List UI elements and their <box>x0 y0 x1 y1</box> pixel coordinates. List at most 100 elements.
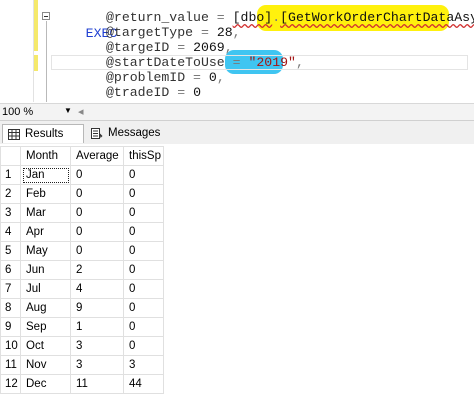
param-separator: , <box>295 55 304 70</box>
tab-messages-label: Messages <box>108 127 161 139</box>
table-row[interactable]: 3 Mar 0 0 <box>0 203 164 223</box>
row-number[interactable]: 5 <box>0 241 21 261</box>
cell-average[interactable]: 0 <box>70 222 124 242</box>
procedure-name: [GetWorkOrderChartDataAsync] <box>280 10 474 25</box>
cell-month[interactable]: Jul <box>20 279 71 299</box>
cell-month[interactable]: Jun <box>20 260 71 280</box>
table-row[interactable]: 12 Dec 11 44 <box>0 374 164 394</box>
cell-average[interactable]: 4 <box>70 279 124 299</box>
cell-thissp[interactable]: 3 <box>123 355 164 375</box>
scroll-left-icon[interactable]: ◂ <box>78 105 84 118</box>
cell-month[interactable]: Feb <box>20 184 71 204</box>
table-row[interactable]: 8 Aug 9 0 <box>0 298 164 318</box>
cell-month[interactable]: Sep <box>20 317 71 337</box>
param-name: @targeID <box>106 40 170 55</box>
cell-thissp[interactable]: 44 <box>123 374 164 394</box>
cell-month[interactable]: Mar <box>20 203 71 223</box>
tab-messages[interactable]: Messages <box>86 124 166 143</box>
cell-thissp[interactable]: 0 <box>123 184 164 204</box>
row-number[interactable]: 6 <box>0 260 21 280</box>
table-row[interactable]: 4 Apr 0 0 <box>0 222 164 242</box>
cell-average[interactable]: 2 <box>70 260 124 280</box>
zoom-bar: 100 % ▼ ◂ <box>0 103 474 121</box>
row-number[interactable]: 10 <box>0 336 21 356</box>
cell-average[interactable]: 1 <box>70 317 124 337</box>
column-header-thissp[interactable]: thisSp <box>123 146 164 166</box>
table-row[interactable]: 9 Sep 1 0 <box>0 317 164 337</box>
equals-sign: = <box>169 40 194 55</box>
row-number[interactable]: 8 <box>0 298 21 318</box>
param-value: "2019" <box>248 55 296 70</box>
row-number[interactable]: 12 <box>0 374 21 394</box>
cell-thissp[interactable]: 0 <box>123 203 164 223</box>
table-row[interactable]: 2 Feb 0 0 <box>0 184 164 204</box>
cell-month[interactable]: Nov <box>20 355 71 375</box>
sql-editor[interactable]: EXEC @return_value = [dbo].[GetWorkOrder… <box>0 0 474 102</box>
cell-thissp[interactable]: 0 <box>123 260 164 280</box>
equals-sign: = <box>169 85 194 100</box>
row-number[interactable]: 1 <box>0 165 21 185</box>
collapse-toggle-icon[interactable] <box>42 12 50 20</box>
equals-sign: = <box>193 25 217 40</box>
cell-thissp[interactable]: 0 <box>123 222 164 242</box>
param-line: @targetType = 28, <box>106 25 241 41</box>
row-number[interactable]: 3 <box>0 203 21 223</box>
param-name: @targetType <box>106 25 194 40</box>
cell-month[interactable]: Dec <box>20 374 71 394</box>
cell-month[interactable]: Oct <box>20 336 71 356</box>
cell-month[interactable]: Jan <box>20 165 71 185</box>
table-header-row: Month Average thisSp <box>0 146 164 166</box>
table-row[interactable]: 5 May 0 0 <box>0 241 164 261</box>
table-row[interactable]: 11 Nov 3 3 <box>0 355 164 375</box>
cell-average[interactable]: 0 <box>70 184 124 204</box>
param-separator: , <box>224 40 233 55</box>
cell-thissp[interactable]: 0 <box>123 279 164 299</box>
cell-average[interactable]: 0 <box>70 165 124 185</box>
results-table: Month Average thisSp 1 Jan 0 0 2 Feb 0 0 3 Mar 0 0 4… <box>0 146 164 394</box>
table-row[interactable]: 1 Jan 0 0 <box>0 165 164 185</box>
cell-average[interactable]: 11 <box>70 374 124 394</box>
fold-guide <box>46 21 47 102</box>
param-separator: , <box>216 70 225 85</box>
cell-average[interactable]: 0 <box>70 241 124 261</box>
param-name: @startDateToUse <box>106 55 225 70</box>
cell-thissp[interactable]: 0 <box>123 165 164 185</box>
cell-average[interactable]: 3 <box>70 355 124 375</box>
tab-results[interactable]: Results <box>2 124 84 143</box>
cell-average[interactable]: 9 <box>70 298 124 318</box>
zoom-dropdown-icon[interactable]: ▼ <box>64 106 72 115</box>
row-number[interactable]: 9 <box>0 317 21 337</box>
zoom-level[interactable]: 100 % <box>2 106 33 118</box>
param-name: @tradeID <box>106 85 170 100</box>
cell-average[interactable]: 3 <box>70 336 124 356</box>
table-row[interactable]: 10 Oct 3 0 <box>0 336 164 356</box>
results-tabs: Results Messages <box>0 120 474 145</box>
table-row[interactable]: 7 Jul 4 0 <box>0 279 164 299</box>
row-number-header[interactable] <box>0 146 21 166</box>
cell-month[interactable]: Aug <box>20 298 71 318</box>
param-line: @targeID = 2069, <box>106 40 233 56</box>
results-grid[interactable]: Month Average thisSp 1 Jan 0 0 2 Feb 0 0 3 Mar 0 0 4… <box>0 144 474 402</box>
row-number[interactable]: 7 <box>0 279 21 299</box>
cell-thissp[interactable]: 0 <box>123 336 164 356</box>
row-number[interactable]: 2 <box>0 184 21 204</box>
cell-month[interactable]: Apr <box>20 222 71 242</box>
row-number[interactable]: 4 <box>0 222 21 242</box>
cell-thissp[interactable]: 0 <box>123 241 164 261</box>
table-body: 1 Jan 0 0 2 Feb 0 0 3 Mar 0 0 4 Apr 0 0 5 May 0 0 6 Jun 2 0 7 Jul… <box>0 165 164 394</box>
row-number[interactable]: 11 <box>0 355 21 375</box>
column-header-month[interactable]: Month <box>20 146 71 166</box>
column-header-average[interactable]: Average <box>70 146 124 166</box>
editor-gutter <box>0 0 33 102</box>
param-value: 2069 <box>193 40 225 55</box>
cell-thissp[interactable]: 0 <box>123 298 164 318</box>
grid-icon <box>8 129 20 140</box>
cell-month[interactable]: May <box>20 241 71 261</box>
param-value: 0 <box>208 70 217 85</box>
param-line: @tradeID = 0 <box>106 85 201 101</box>
param-line: @startDateToUse = "2019", <box>106 55 304 71</box>
cell-average[interactable]: 0 <box>70 203 124 223</box>
cell-thissp[interactable]: 0 <box>123 317 164 337</box>
table-row[interactable]: 6 Jun 2 0 <box>0 260 164 280</box>
change-marker <box>34 0 38 51</box>
